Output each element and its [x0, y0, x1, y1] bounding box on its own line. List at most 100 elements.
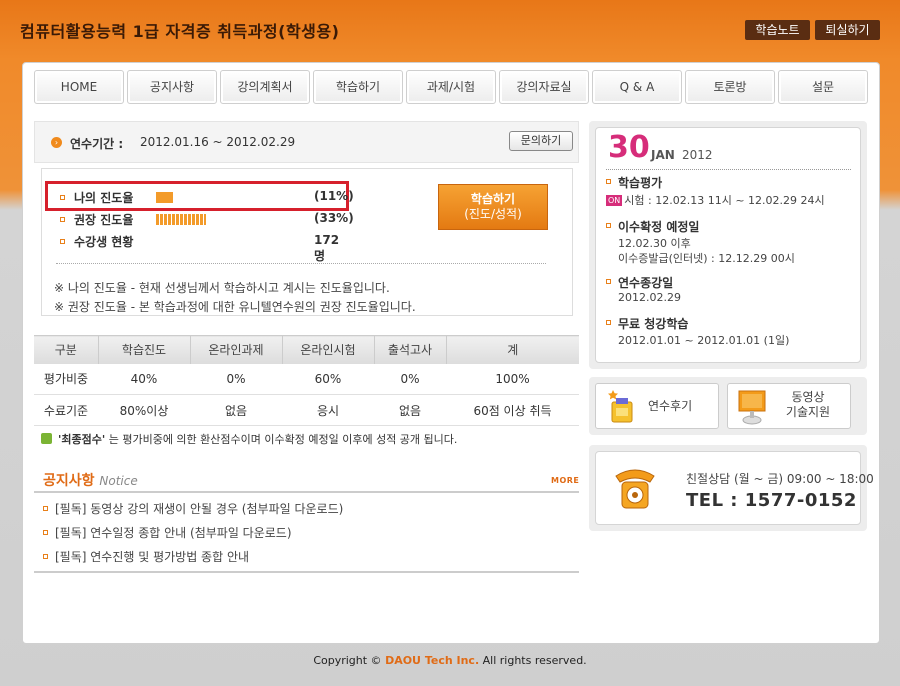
nav-home[interactable]: HOME [34, 70, 124, 104]
my-progress-label: 나의 진도율 [74, 191, 134, 205]
notice-heading: 공지사항 Notice [43, 470, 138, 490]
recommended-progress-value: (33%) [314, 211, 354, 225]
date-year: 2012 [682, 148, 713, 162]
period-value: 2012.01.16 ~ 2012.02.29 [140, 135, 296, 149]
recommended-progress-label: 권장 진도율 [74, 213, 134, 227]
main-nav: HOME 공지사항 강의계획서 학습하기 과제/시험 강의자료실 Q & A 토… [34, 70, 868, 104]
students-label: 수강생 현황 [74, 235, 134, 249]
col-header: 온라인과제 [189, 335, 282, 364]
nav-discussion[interactable]: 토론방 [685, 70, 775, 104]
video-support-label: 동영상 기술지원 [785, 390, 831, 419]
square-bullet-icon [60, 239, 65, 244]
square-bullet-icon [606, 279, 611, 284]
progress-box: 나의 진도율 (11%) 권장 진도율 (33%) 수강생 현황 172명 학습… [41, 168, 573, 316]
table-cell: 0% [190, 363, 282, 395]
copyright-suffix: All rights reserved. [482, 654, 587, 667]
schedule-title: 무료 청강학습 [606, 315, 688, 332]
monitor-icon [738, 390, 766, 425]
divider [34, 491, 579, 493]
final-score-note: '최종점수' 는 평가비중에 의한 환산점수이며 이수확정 예정일 이후에 성적… [41, 431, 457, 447]
notice-item[interactable]: [필독] 동영상 강의 재생이 안될 경우 (첨부파일 다운로드) [43, 500, 343, 517]
final-score-text: 는 평가비중에 의한 환산점수이며 이수확정 예정일 이후에 성적 공개 됩니다… [108, 433, 458, 446]
study-button-line1: 학습하기 [470, 192, 516, 206]
notice-title: 공지사항 [43, 473, 95, 489]
review-label: 연수후기 [648, 399, 693, 413]
paint-bucket-icon [608, 390, 633, 423]
notice-subtitle: Notice [99, 474, 138, 488]
table-cell: 0% [374, 363, 446, 395]
divider [34, 571, 579, 573]
table-row: 수료기준 80%이상 없음 응시 없음 60점 이상 취득 [34, 394, 579, 426]
arrow-bullet-icon: › [51, 137, 62, 148]
calendar-card: 30 JAN 2012 학습평가 ON 시험 : 12.02.13 11시 ~ 1… [595, 127, 861, 363]
table-cell: 60점 이상 취득 [446, 394, 579, 426]
inquiry-button[interactable]: 문의하기 [509, 131, 573, 151]
training-period-bar: › 연수기간 : 2012.01.16 ~ 2012.02.29 문의하기 [34, 121, 579, 163]
study-note-button[interactable]: 학습노트 [745, 20, 810, 40]
table-cell: 평가비중 [34, 363, 98, 395]
schedule-line: 이수증발급(인터넷) : 12.12.29 00시 [618, 252, 795, 265]
square-bullet-icon [43, 506, 48, 511]
nav-syllabus[interactable]: 강의계획서 [220, 70, 310, 104]
date-day: 30 [608, 130, 650, 165]
consult-hours: 친절상담 (월 ~ 금) 09:00 ~ 18:00 [686, 472, 874, 486]
period-label: 연수기간 : [70, 137, 124, 151]
nav-qna[interactable]: Q & A [592, 70, 682, 104]
square-bullet-icon [43, 554, 48, 559]
on-badge: ON [606, 195, 623, 206]
my-progress-note: ※ 나의 진도율 - 현재 선생님께서 학습하시고 계시는 진도율입니다. [54, 281, 390, 295]
schedule-title: 학습평가 [606, 174, 662, 191]
nav-study[interactable]: 학습하기 [313, 70, 403, 104]
study-progress-button[interactable]: 학습하기 (진도/성적) [438, 184, 548, 230]
copyright-prefix: Copyright © [313, 654, 382, 667]
schedule-title: 이수확정 예정일 [606, 218, 699, 235]
quick-links: 연수후기 동영상 기술지원 [589, 377, 867, 435]
square-bullet-icon [43, 530, 48, 535]
brand-name: DAOU Tech Inc. [385, 654, 480, 667]
logout-button[interactable]: 퇴실하기 [815, 20, 880, 40]
date-month: JAN [651, 148, 675, 162]
square-bullet-icon [60, 195, 65, 200]
footer: Copyright © DAOU Tech Inc. All rights re… [0, 654, 900, 667]
col-header: 온라인시험 [281, 335, 374, 364]
notice-item[interactable]: [필독] 연수일정 종합 안내 (첨부파일 다운로드) [43, 524, 292, 541]
nav-materials[interactable]: 강의자료실 [499, 70, 589, 104]
divider [56, 263, 546, 264]
notice-more-link[interactable]: MORE [551, 476, 579, 485]
square-bullet-icon [606, 320, 611, 325]
table-cell: 없음 [374, 394, 446, 426]
nav-assignment-exam[interactable]: 과제/시험 [406, 70, 496, 104]
phone-number: TEL : 1577-0152 [686, 490, 857, 511]
notice-item-title: [필독] 동영상 강의 재생이 안될 경우 (첨부파일 다운로드) [55, 502, 344, 516]
table-cell: 수료기준 [34, 394, 98, 426]
my-progress-bar [156, 192, 173, 203]
top-bar: 컴퓨터활용능력 1급 자격증 취득과정(학생용) 학습노트 퇴실하기 [0, 0, 900, 62]
col-header: 학습진도 [97, 335, 190, 364]
square-bullet-icon [60, 217, 65, 222]
square-bullet-icon [606, 223, 611, 228]
nav-notice[interactable]: 공지사항 [127, 70, 217, 104]
study-button-line2: (진도/성적) [464, 207, 522, 221]
main-panel: HOME 공지사항 강의계획서 학습하기 과제/시험 강의자료실 Q & A 토… [22, 62, 880, 644]
grade-table: 구분 학습진도 온라인과제 온라인시험 출석고사 계 평가비중 40% 0% 6… [34, 335, 579, 426]
table-cell: 응시 [282, 394, 374, 426]
video-support-link[interactable]: 동영상 기술지원 [727, 383, 851, 429]
schedule-line: 2012.02.29 [618, 291, 681, 304]
recommended-progress-note: ※ 권장 진도율 - 본 학습과정에 대한 유니텔연수원의 권장 진도율입니다. [54, 300, 416, 314]
col-header: 구분 [34, 335, 98, 364]
grade-table-header: 구분 학습진도 온라인과제 온라인시험 출석고사 계 [34, 335, 579, 364]
table-row: 평가비중 40% 0% 60% 0% 100% [34, 363, 579, 395]
review-link[interactable]: 연수후기 [595, 383, 719, 429]
site-title: 컴퓨터활용능력 1급 자격증 취득과정(학생용) [20, 22, 340, 41]
telephone-icon [615, 469, 655, 509]
nav-survey[interactable]: 설문 [778, 70, 868, 104]
table-cell: 80%이상 [98, 394, 190, 426]
bullet-icon [41, 433, 52, 444]
table-cell: 100% [446, 363, 579, 395]
schedule-line: ON 시험 : 12.02.13 11시 ~ 12.02.29 24시 [606, 194, 825, 207]
square-bullet-icon [606, 179, 611, 184]
table-cell: 40% [98, 363, 190, 395]
col-header: 출석고사 [373, 335, 446, 364]
calendar-wrap: 30 JAN 2012 학습평가 ON 시험 : 12.02.13 11시 ~ 1… [589, 121, 867, 369]
notice-item[interactable]: [필독] 연수진행 및 평가방법 종합 안내 [43, 548, 249, 565]
